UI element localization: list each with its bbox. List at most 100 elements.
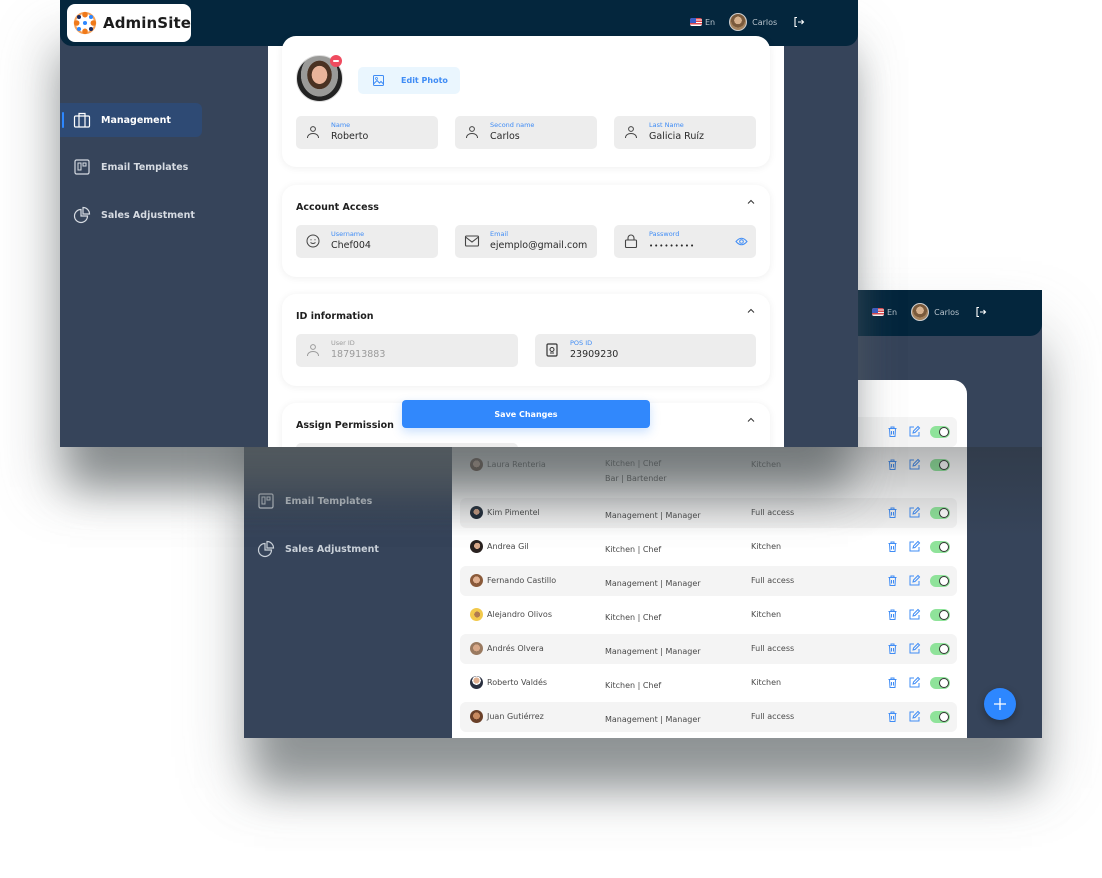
language-selector[interactable]: En (887, 308, 897, 317)
trash-icon[interactable] (886, 425, 899, 438)
field-value: Carlos (490, 131, 520, 142)
active-toggle[interactable] (930, 642, 950, 655)
active-toggle[interactable] (930, 676, 950, 689)
user-avatar[interactable] (729, 13, 748, 31)
user-name: Kim Pimentel (487, 508, 540, 517)
edit-icon[interactable] (908, 710, 921, 723)
trash-icon[interactable] (886, 540, 899, 553)
remove-photo-button[interactable] (330, 55, 342, 67)
user-name[interactable]: Carlos (752, 18, 777, 27)
sidebar-item-email-templates[interactable]: Email Templates (244, 484, 386, 518)
pos-device-icon (546, 343, 558, 357)
user-avatar (470, 710, 483, 723)
pie-chart-icon (73, 206, 91, 224)
trash-icon[interactable] (886, 608, 899, 621)
sidebar-item-sales-adjustment[interactable]: Sales Adjustment (244, 532, 386, 566)
permission-field[interactable] (296, 443, 518, 447)
username-field[interactable]: Username Chef004 (296, 225, 438, 258)
language-selector[interactable]: En (705, 18, 715, 27)
table-row[interactable]: Laura Renteria Kitchen | Chef Bar | Barte… (460, 450, 957, 490)
active-toggle[interactable] (930, 458, 950, 471)
user-avatar[interactable] (911, 303, 930, 321)
active-toggle[interactable] (930, 608, 950, 621)
pos-id-field[interactable]: POS ID 23909230 (535, 334, 756, 367)
edit-icon[interactable] (908, 676, 921, 689)
eye-icon[interactable] (735, 236, 748, 247)
table-row[interactable]: Juan Gutiérrez Management | Manager Full… (460, 702, 957, 732)
chevron-up-icon[interactable] (746, 197, 756, 207)
edit-icon[interactable] (908, 642, 921, 655)
user-access: Kitchen (751, 542, 782, 551)
edit-icon[interactable] (908, 540, 921, 553)
logout-icon[interactable] (793, 16, 805, 28)
user-role: Kitchen | Chef (605, 613, 662, 622)
user-avatar (470, 574, 483, 587)
field-label: Username (331, 230, 365, 238)
user-access: Full access (751, 712, 795, 721)
edit-icon[interactable] (908, 506, 921, 519)
edit-icon[interactable] (908, 608, 921, 621)
personal-info-panel: Edit Photo Name Roberto Second name Carl… (282, 36, 770, 167)
trash-icon[interactable] (886, 574, 899, 587)
table-row[interactable]: Roberto Valdés Kitchen | Chef Kitchen (460, 668, 957, 698)
password-field[interactable]: Password ••••••••• (614, 225, 756, 258)
active-toggle[interactable] (930, 506, 950, 519)
table-row[interactable]: Andrea Gil Kitchen | Chef Kitchen (460, 532, 957, 562)
edit-photo-button[interactable]: Edit Photo (358, 67, 460, 94)
add-user-button[interactable] (984, 688, 1016, 720)
field-value: 187913883 (331, 349, 386, 360)
logout-icon[interactable] (975, 306, 987, 318)
user-name[interactable]: Carlos (934, 308, 959, 317)
active-toggle[interactable] (930, 540, 950, 553)
sidebar: Management Email Templates Sales Adjustm… (60, 46, 268, 447)
edit-icon[interactable] (908, 458, 921, 471)
sidebar-item-management[interactable]: Management (60, 103, 202, 137)
mail-icon (464, 235, 480, 247)
edit-user-window: AdminSite En Carlos Management Email Tem… (60, 0, 858, 447)
row-actions (886, 425, 950, 438)
row-actions (886, 506, 950, 519)
template-icon (258, 493, 274, 509)
user-role: Kitchen | Chef (605, 681, 662, 690)
second-name-field[interactable]: Second name Carlos (455, 116, 597, 149)
edit-icon[interactable] (908, 574, 921, 587)
trash-icon[interactable] (886, 676, 899, 689)
person-icon (625, 126, 637, 139)
save-changes-button[interactable]: Save Changes (402, 400, 650, 428)
field-value: Roberto (331, 131, 369, 142)
trash-icon[interactable] (886, 642, 899, 655)
field-label: Password (649, 230, 680, 238)
row-actions (886, 574, 950, 587)
user-role: Kitchen | Chef (605, 545, 662, 554)
us-flag-icon[interactable] (690, 18, 702, 26)
table-row[interactable]: Fernando Castillo Management | Manager F… (460, 566, 957, 596)
table-row[interactable]: Alejandro Olivos Kitchen | Chef Kitchen (460, 600, 957, 630)
sidebar-item-label: Email Templates (285, 495, 373, 507)
trash-icon[interactable] (886, 710, 899, 723)
sidebar-item-email-templates[interactable]: Email Templates (60, 150, 202, 184)
field-label: Name (331, 121, 351, 129)
last-name-field[interactable]: Last Name Galicia Ruíz (614, 116, 756, 149)
name-field[interactable]: Name Roberto (296, 116, 438, 149)
image-icon (373, 75, 384, 86)
app-logo[interactable]: AdminSite (67, 4, 191, 42)
row-actions (886, 608, 950, 621)
user-name: Juan Gutiérrez (487, 712, 544, 721)
sidebar-item-label: Email Templates (101, 161, 189, 173)
email-field[interactable]: Email ejemplo@gmail.com (455, 225, 597, 258)
edit-icon[interactable] (908, 425, 921, 438)
active-toggle[interactable] (930, 710, 950, 723)
person-icon (466, 126, 478, 139)
chevron-up-icon[interactable] (746, 415, 756, 425)
section-title: Account Access (296, 202, 379, 213)
trash-icon[interactable] (886, 458, 899, 471)
lock-icon (624, 234, 638, 249)
sidebar-item-sales-adjustment[interactable]: Sales Adjustment (60, 198, 202, 232)
chevron-up-icon[interactable] (746, 306, 756, 316)
active-toggle[interactable] (930, 425, 950, 438)
trash-icon[interactable] (886, 506, 899, 519)
us-flag-icon[interactable] (872, 308, 884, 316)
table-row[interactable]: Kim Pimentel Management | Manager Full a… (460, 498, 957, 528)
table-row[interactable]: Andrés Olvera Management | Manager Full … (460, 634, 957, 664)
active-toggle[interactable] (930, 574, 950, 587)
